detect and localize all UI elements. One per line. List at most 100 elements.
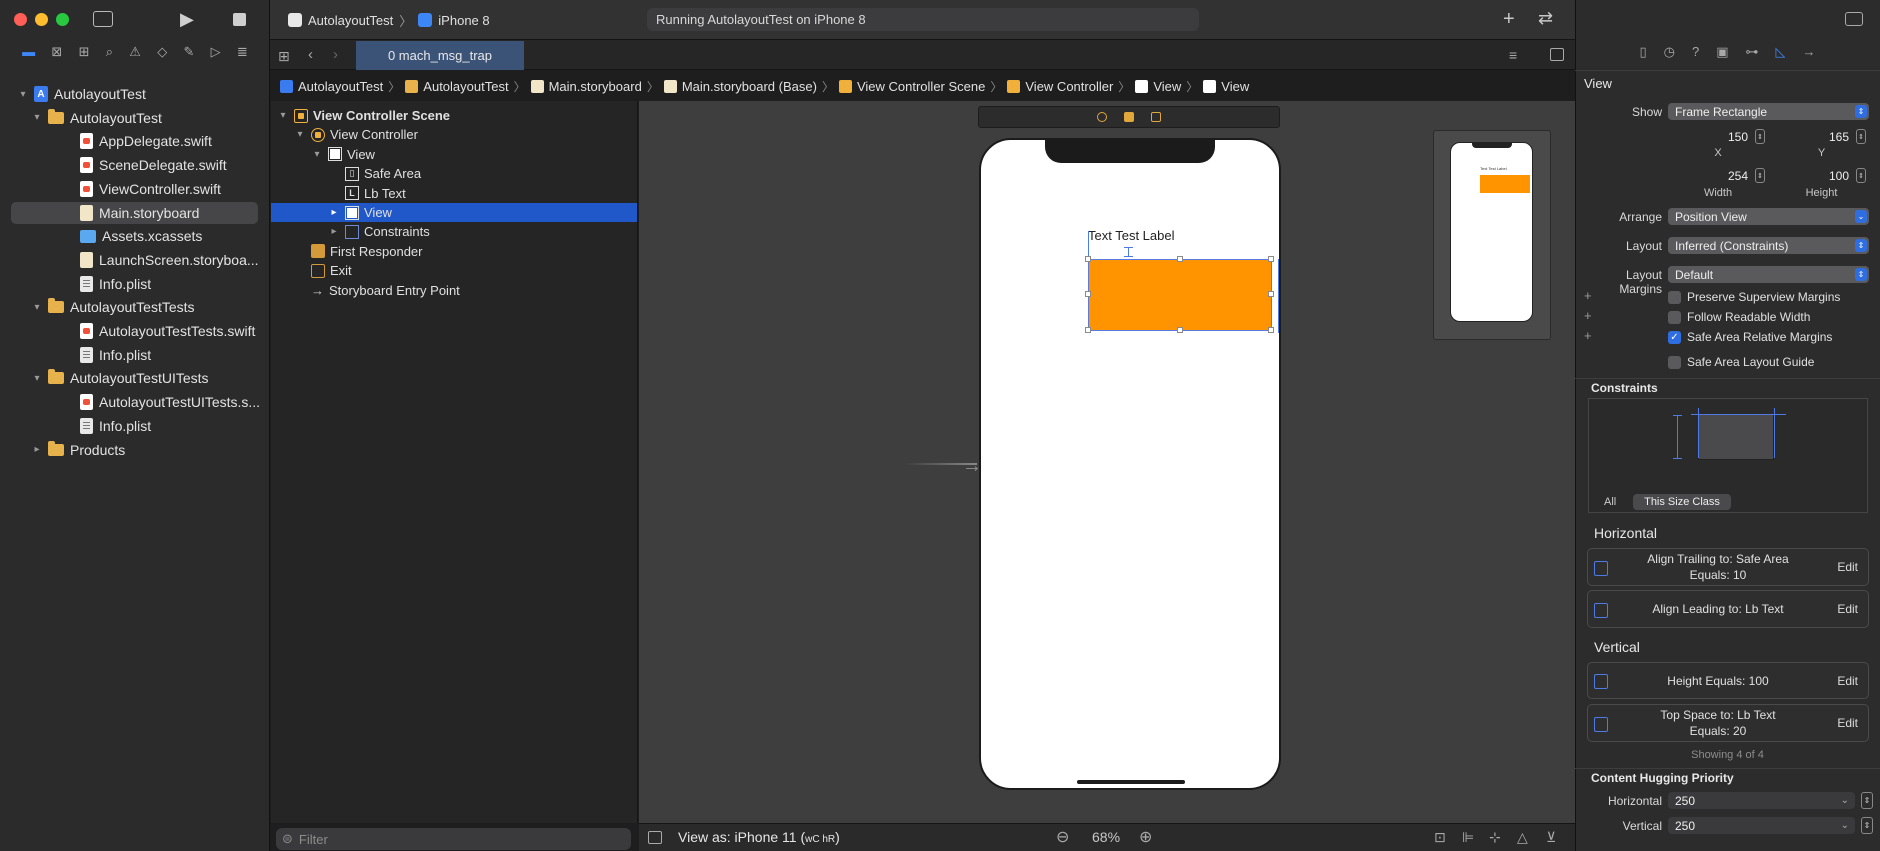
stepper-icon[interactable]: ⇕ bbox=[1755, 129, 1765, 144]
grid-icon[interactable]: ⊞ bbox=[278, 48, 290, 65]
breadcrumb-item[interactable]: Main.storyboard (Base) bbox=[682, 79, 817, 94]
chevron-right-icon[interactable]: ▸ bbox=[327, 226, 341, 237]
outline-filter-field[interactable]: ⊜ Filter bbox=[276, 828, 631, 850]
resize-handle[interactable] bbox=[1268, 291, 1274, 297]
resize-handle[interactable] bbox=[1177, 327, 1183, 333]
file-tree-item[interactable]: Main.storyboard bbox=[11, 201, 258, 224]
connections-inspector-icon[interactable]: → bbox=[1803, 44, 1816, 68]
scheme-project[interactable]: AutolayoutTest bbox=[308, 13, 393, 28]
file-inspector-icon[interactable]: ▯ bbox=[1639, 44, 1646, 68]
split-editor-icon[interactable] bbox=[1550, 48, 1564, 61]
chevron-down-icon[interactable]: ▾ bbox=[30, 112, 44, 123]
resize-handle[interactable] bbox=[1085, 256, 1091, 262]
edit-constraint-button[interactable]: Edit bbox=[1837, 549, 1858, 585]
constraint-card[interactable]: Align Trailing to: Safe Area Equals: 10 Ed… bbox=[1587, 548, 1869, 586]
chevron-down-icon[interactable]: ▾ bbox=[310, 149, 324, 160]
file-tree-item[interactable]: Info.plist bbox=[0, 415, 268, 437]
resize-handle[interactable] bbox=[1268, 327, 1274, 333]
file-tree-item[interactable]: Info.plist bbox=[0, 273, 268, 295]
file-tree-item[interactable]: AppDelegate.swift bbox=[0, 130, 268, 152]
add-icon[interactable]: + bbox=[1503, 8, 1515, 31]
first-responder-dock-icon[interactable] bbox=[1124, 112, 1134, 122]
hugging-horizontal-field[interactable]: 250 ⌄ bbox=[1668, 792, 1855, 809]
attributes-inspector-icon[interactable]: ⊶ bbox=[1746, 44, 1759, 68]
breadcrumb-item[interactable]: View Controller Scene bbox=[857, 79, 985, 94]
chevron-down-icon[interactable]: ▾ bbox=[30, 373, 44, 384]
breadcrumb-item[interactable]: AutolayoutTest bbox=[423, 79, 508, 94]
resolve-issues-icon[interactable]: △ bbox=[1517, 829, 1528, 846]
file-tree-item[interactable]: ▾ A AutolayoutTest bbox=[0, 83, 268, 105]
report-icon[interactable]: ≣ bbox=[237, 44, 248, 68]
close-window-button[interactable] bbox=[14, 13, 27, 26]
stepper-icon[interactable]: ⇕ bbox=[1856, 168, 1866, 183]
file-tree-item[interactable]: AutolayoutTestTests.swift bbox=[0, 320, 268, 342]
constraint-card[interactable]: Top Space to: Lb Text Equals: 20 Edit bbox=[1587, 704, 1869, 742]
forward-arrow-icon[interactable]: › bbox=[333, 46, 338, 63]
breakpoint-icon[interactable]: ▷ bbox=[211, 44, 221, 68]
resize-handle[interactable] bbox=[1268, 256, 1274, 262]
add-variation-icon[interactable]: + bbox=[1584, 288, 1592, 303]
edit-constraint-button[interactable]: Edit bbox=[1837, 591, 1858, 627]
chevron-right-icon[interactable]: ▸ bbox=[327, 207, 341, 218]
edit-constraint-button[interactable]: Edit bbox=[1837, 663, 1858, 698]
file-tree-item[interactable]: ViewController.swift bbox=[0, 178, 268, 200]
chevron-down-icon[interactable]: ▾ bbox=[30, 302, 44, 313]
file-tree-item[interactable]: LaunchScreen.storyboa... bbox=[0, 249, 268, 271]
height-field[interactable]: 100 ⇕ bbox=[1774, 167, 1869, 184]
arrange-popup[interactable]: Position View ⌄ bbox=[1668, 208, 1869, 225]
history-inspector-icon[interactable]: ◷ bbox=[1664, 44, 1675, 68]
breadcrumb-item[interactable]: View Controller bbox=[1025, 79, 1113, 94]
outline-item[interactable]: ▾ View Controller Scene bbox=[271, 106, 637, 125]
breadcrumb-item[interactable]: AutolayoutTest bbox=[298, 79, 383, 94]
edit-constraint-button[interactable]: Edit bbox=[1837, 705, 1858, 741]
test-icon[interactable]: ◇ bbox=[157, 44, 167, 68]
back-arrow-icon[interactable]: ‹ bbox=[308, 46, 313, 63]
help-inspector-icon[interactable]: ? bbox=[1692, 44, 1699, 68]
breadcrumb-item[interactable]: View bbox=[1221, 79, 1249, 94]
file-tree-item[interactable]: SceneDelegate.swift bbox=[0, 154, 268, 176]
scheme-selector[interactable]: AutolayoutTest 〉 iPhone 8 bbox=[288, 10, 490, 30]
constraint-card[interactable]: Align Leading to: Lb Text Edit bbox=[1587, 590, 1869, 628]
checkbox-row[interactable]: ✓ Safe Area Relative Margins bbox=[1668, 330, 1832, 344]
outline-item[interactable]: ▾ View Controller bbox=[271, 125, 637, 144]
align-icon[interactable]: ⊫ bbox=[1462, 829, 1474, 846]
scheme-device[interactable]: iPhone 8 bbox=[438, 13, 489, 28]
view-controller-dock-icon[interactable] bbox=[1097, 112, 1107, 122]
cons-tab-size-class[interactable]: This Size Class bbox=[1633, 494, 1731, 510]
checkbox-row[interactable]: Safe Area Layout Guide bbox=[1668, 355, 1814, 369]
lines-icon[interactable]: ≡ bbox=[1509, 47, 1517, 63]
hugging-vertical-field[interactable]: 250 ⌄ bbox=[1668, 817, 1855, 834]
layout-margins-popup[interactable]: Default ⇕ bbox=[1668, 266, 1869, 283]
breadcrumb-item[interactable]: Main.storyboard bbox=[549, 79, 642, 94]
orange-view[interactable] bbox=[1088, 259, 1272, 331]
update-frames-icon[interactable]: ⊡ bbox=[1434, 829, 1446, 846]
embed-in-icon[interactable]: ⊻ bbox=[1546, 829, 1556, 846]
add-constraints-icon[interactable]: ⊹ bbox=[1489, 829, 1501, 846]
search-icon[interactable]: ⌕ bbox=[106, 44, 113, 68]
minimize-window-button[interactable] bbox=[35, 13, 48, 26]
test-label[interactable]: Text Test Label bbox=[1088, 228, 1174, 243]
outline-item[interactable]: ▯ Safe Area bbox=[271, 164, 637, 183]
checkbox[interactable] bbox=[1668, 355, 1681, 369]
outline-item[interactable]: First Responder bbox=[271, 242, 637, 261]
zoom-out-icon[interactable]: ⊖ bbox=[1056, 827, 1069, 847]
run-icon[interactable]: ▶ bbox=[180, 9, 194, 30]
width-field[interactable]: 254 ⇕ bbox=[1668, 167, 1768, 184]
outline-toggle-icon[interactable] bbox=[648, 831, 662, 844]
debug-icon[interactable]: ✎ bbox=[183, 44, 194, 68]
file-tree-item[interactable]: ▾ AutolayoutTestTests bbox=[0, 296, 268, 318]
swap-icon[interactable]: ⇄ bbox=[1538, 8, 1553, 29]
identity-inspector-icon[interactable]: ▣ bbox=[1716, 44, 1728, 68]
source-control-icon[interactable]: ⊠ bbox=[51, 44, 62, 68]
outline-item[interactable]: L Lb Text bbox=[271, 184, 637, 203]
hierarchy-icon[interactable]: ⊞ bbox=[79, 44, 90, 68]
chevron-down-icon[interactable]: ▾ bbox=[16, 89, 30, 100]
file-tree-item[interactable]: Info.plist bbox=[0, 344, 268, 366]
maximize-window-button[interactable] bbox=[56, 13, 69, 26]
chevron-down-icon[interactable]: ▾ bbox=[276, 110, 290, 121]
x-field[interactable]: 150 ⇕ bbox=[1668, 128, 1768, 145]
tab-mach-msg-trap[interactable]: 0 mach_msg_trap bbox=[356, 41, 524, 70]
chevron-right-icon[interactable]: ▸ bbox=[30, 444, 44, 455]
stepper-icon[interactable]: ⇕ bbox=[1856, 129, 1866, 144]
sidebar-toggle-icon[interactable] bbox=[93, 11, 113, 27]
